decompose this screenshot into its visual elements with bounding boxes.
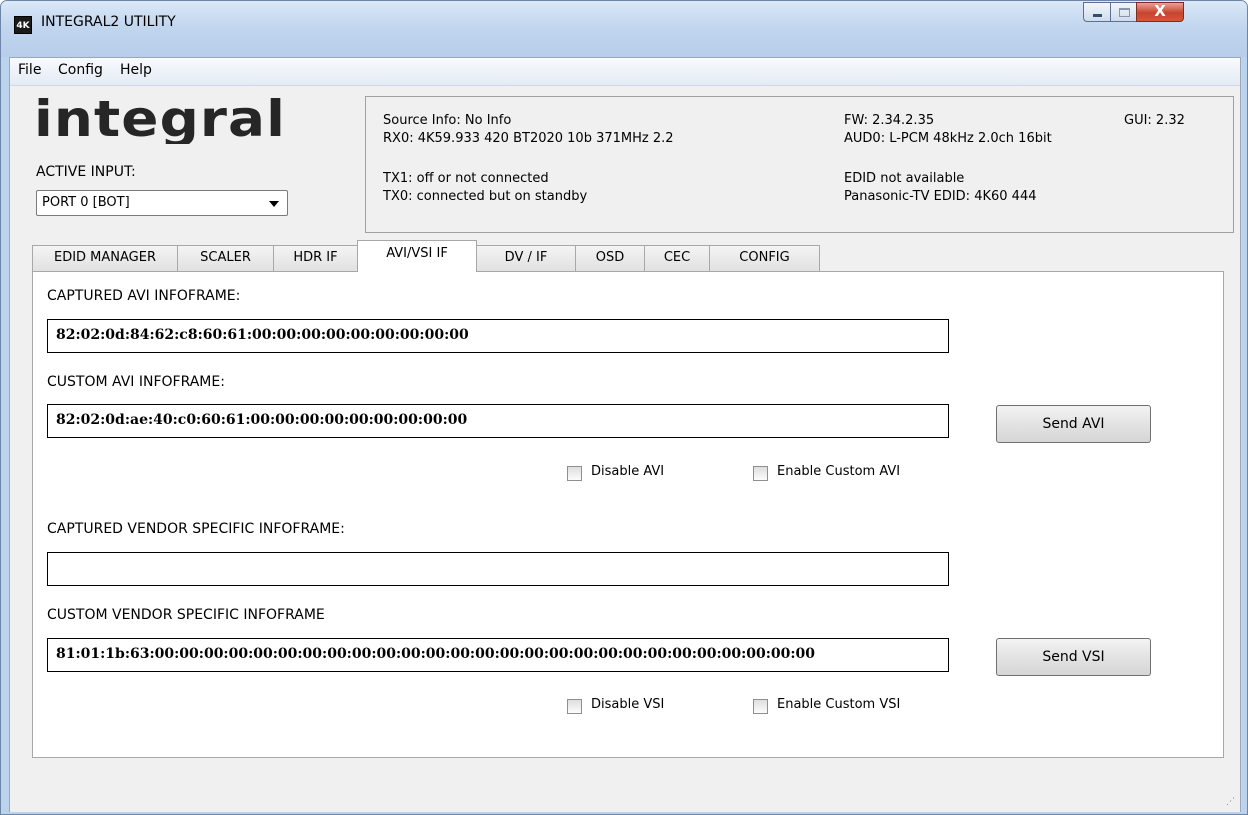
send-avi-button[interactable]: Send AVI [996,405,1151,443]
send-vsi-button[interactable]: Send VSI [996,638,1151,676]
window-title: INTEGRAL2 UTILITY [41,14,176,30]
captured-avi-value: 82:02:0d:84:62:c8:60:61:00:00:00:00:00:0… [56,327,469,343]
close-icon: X [1154,2,1166,20]
menu-help[interactable]: Help [120,62,152,78]
captured-vsi-label: CAPTURED VENDOR SPECIFIC INFOFRAME: [47,521,345,537]
custom-vsi-field[interactable]: 81:01:1b:63:00:00:00:00:00:00:00:00:00:0… [47,638,949,672]
tab-dv-if[interactable]: DV / IF [476,245,576,271]
maximize-button[interactable] [1110,2,1137,22]
disable-avi-label: Disable AVI [591,464,665,479]
tab-avi-vsi-if[interactable]: AVI/VSI IF [357,240,477,272]
minimize-icon [1093,14,1102,17]
close-button[interactable]: X [1136,2,1184,22]
tx1-info: TX1: off or not connected [383,171,549,186]
avi-vsi-panel: CAPTURED AVI INFOFRAME: 82:02:0d:84:62:c… [32,271,1224,758]
edid-status: EDID not available [844,171,965,186]
client-area: File Config Help integral ACTIVE INPUT: … [9,57,1241,812]
tx0-info: TX0: connected but on standby [383,189,588,204]
title-bar[interactable]: 4K INTEGRAL2 UTILITY X [1,1,1247,57]
enable-custom-vsi-checkbox[interactable] [753,699,768,714]
active-input-value: PORT 0 [BOT] [42,195,130,210]
source-info: Source Info: No Info [383,113,512,128]
logo-text: integral [34,94,286,144]
tab-edid-manager[interactable]: EDID MANAGER [32,245,178,271]
custom-vsi-label: CUSTOM VENDOR SPECIFIC INFOFRAME [47,607,325,623]
tab-scaler[interactable]: SCALER [177,245,274,271]
active-input-label: ACTIVE INPUT: [36,164,136,180]
chevron-down-icon [269,201,279,207]
device-header: integral ACTIVE INPUT: PORT 0 [BOT] Sour… [10,86,1240,246]
gui-version: GUI: 2.32 [1124,113,1185,128]
tab-osd[interactable]: OSD [575,245,645,271]
status-info-panel: Source Info: No Info RX0: 4K59.933 420 B… [365,96,1234,233]
firmware-version: FW: 2.34.2.35 [844,113,935,128]
captured-avi-field[interactable]: 82:02:0d:84:62:c8:60:61:00:00:00:00:00:0… [47,319,949,353]
custom-vsi-value: 81:01:1b:63:00:00:00:00:00:00:00:00:00:0… [56,646,816,662]
rx0-info: RX0: 4K59.933 420 BT2020 10b 371MHz 2.2 [383,131,674,146]
custom-avi-label: CUSTOM AVI INFOFRAME: [47,374,225,390]
aud0-info: AUD0: L-PCM 48kHz 2.0ch 16bit [844,131,1052,146]
enable-custom-vsi-label: Enable Custom VSI [777,697,901,712]
custom-avi-field[interactable]: 82:02:0d:ae:40:c0:60:61:00:00:00:00:00:0… [47,404,949,438]
captured-avi-label: CAPTURED AVI INFOFRAME: [47,288,241,304]
menu-config[interactable]: Config [58,62,103,78]
tab-config[interactable]: CONFIG [709,245,820,271]
app-window: 4K INTEGRAL2 UTILITY X File Config Help … [0,0,1248,815]
maximize-icon [1119,8,1130,17]
active-input-select[interactable]: PORT 0 [BOT] [36,190,288,216]
disable-avi-checkbox[interactable] [567,466,582,481]
integral-logo: integral [34,94,286,144]
tab-cec[interactable]: CEC [644,245,710,271]
tab-hdr-if[interactable]: HDR IF [273,245,358,271]
enable-custom-avi-label: Enable Custom AVI [777,464,901,479]
app-logo-icon: 4K [14,16,32,34]
disable-vsi-checkbox[interactable] [567,699,582,714]
menu-file[interactable]: File [18,62,41,78]
resize-grip-icon[interactable]: ⋰ [1226,797,1236,807]
tv-edid-info: Panasonic-TV EDID: 4K60 444 [844,189,1037,204]
minimize-button[interactable] [1083,2,1111,22]
disable-vsi-label: Disable VSI [591,697,665,712]
captured-vsi-field[interactable] [47,552,949,586]
menu-bar: File Config Help [10,58,1240,86]
custom-avi-value: 82:02:0d:ae:40:c0:60:61:00:00:00:00:00:0… [56,412,468,428]
enable-custom-avi-checkbox[interactable] [753,466,768,481]
